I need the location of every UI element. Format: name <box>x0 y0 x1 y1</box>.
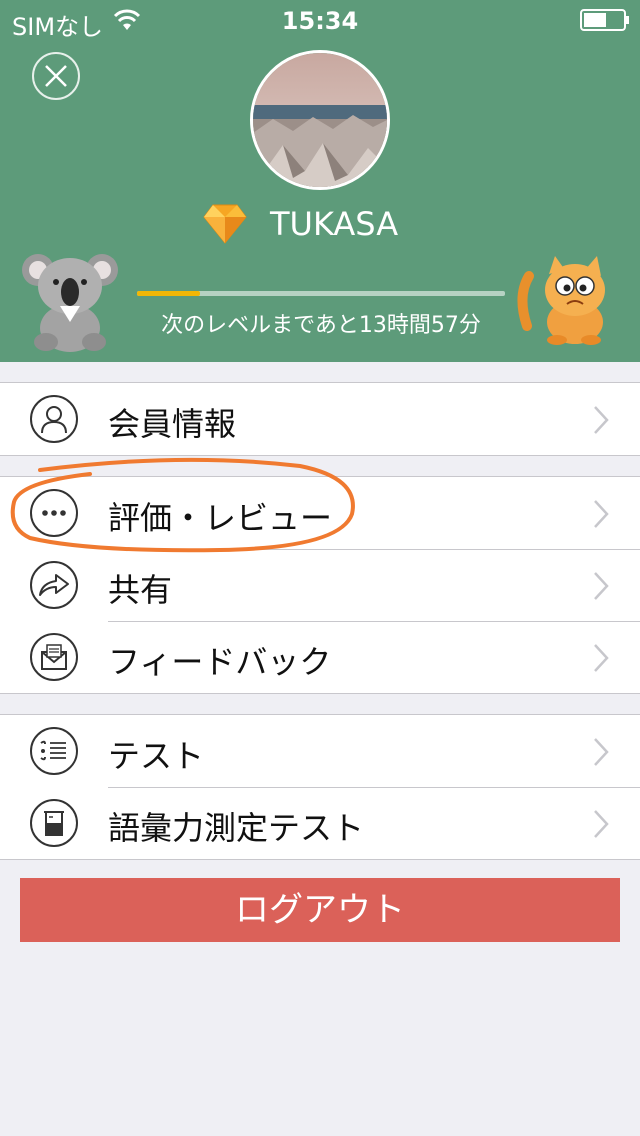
username: TUKASA <box>270 205 399 243</box>
beaker-icon <box>30 799 78 847</box>
person-icon <box>30 395 78 443</box>
menu-row-member-info[interactable]: 会員情報 <box>0 383 640 455</box>
chevron-right-icon <box>594 406 609 434</box>
list-icon <box>30 727 78 775</box>
chevron-right-icon <box>594 644 609 672</box>
chevron-right-icon <box>594 500 609 528</box>
menu-row-label: 語彙力測定テスト <box>108 809 365 847</box>
menu-row-label: フィードバック <box>108 643 332 681</box>
level-progress-fill <box>137 291 200 296</box>
clock: 15:34 <box>281 7 359 35</box>
chevron-right-icon <box>594 572 609 600</box>
menu-row-label: 共有 <box>108 571 173 609</box>
chevron-right-icon <box>594 810 609 838</box>
avatar-photo <box>253 53 387 187</box>
chevron-right-icon <box>594 738 609 766</box>
menu-row-test[interactable]: テスト <box>0 715 640 787</box>
share-arrow-icon <box>30 561 78 609</box>
avatar[interactable] <box>250 50 390 190</box>
level-remaining-text: 次のレベルまであと13時間57分 <box>161 313 481 338</box>
diamond-rank-icon <box>203 204 247 244</box>
status-bar: SIMなし 15:34 <box>0 0 640 41</box>
menu-row-feedback[interactable]: フィードバック <box>0 621 640 693</box>
more-dots-icon <box>30 489 78 537</box>
level-progress-bar <box>137 291 505 296</box>
menu-row-vocab-test[interactable]: 語彙力測定テスト <box>0 787 640 859</box>
mail-icon <box>30 633 78 681</box>
close-icon <box>45 65 67 87</box>
menu-row-share[interactable]: 共有 <box>0 549 640 621</box>
menu-row-review[interactable]: 評価・レビュー <box>0 477 640 549</box>
menu-row-label: テスト <box>108 737 205 775</box>
menu-row-label: 会員情報 <box>108 405 237 443</box>
menu-group-tests: テスト 語彙力測定テスト <box>0 714 640 860</box>
profile-header: SIMなし 15:34 TUKASA 次のレベルまであと13時間57分 <box>0 0 640 362</box>
battery-icon <box>580 9 629 31</box>
menu-group-account: 会員情報 <box>0 382 640 456</box>
logout-button[interactable]: ログアウト <box>20 878 620 942</box>
koala-mascot-icon <box>22 254 118 352</box>
close-button[interactable] <box>32 52 80 100</box>
menu-row-label: 評価・レビュー <box>108 499 333 537</box>
cat-mascot-icon <box>517 256 605 345</box>
menu-group-social: 評価・レビュー 共有 フィードバック <box>0 476 640 694</box>
